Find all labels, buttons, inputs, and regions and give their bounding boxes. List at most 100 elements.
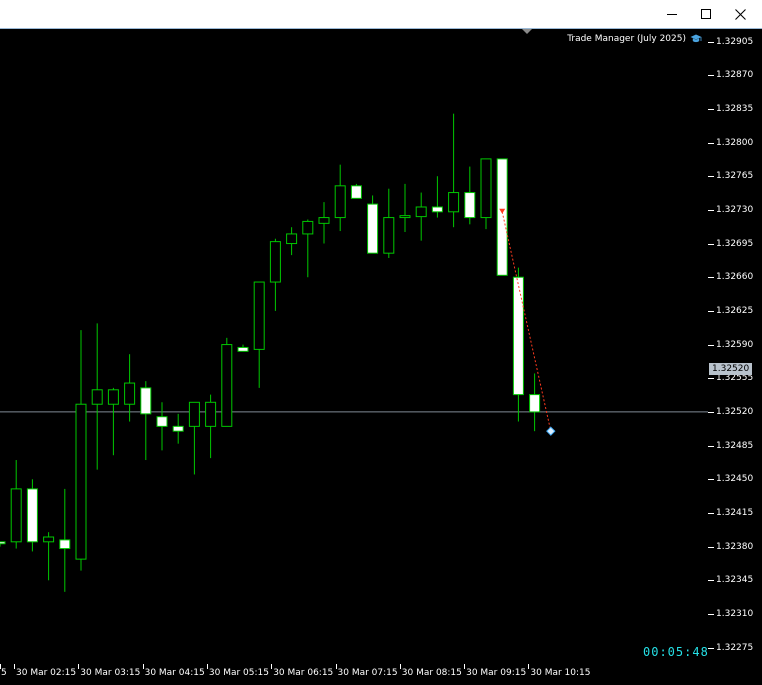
- price-tick-label: 1.32625: [716, 305, 754, 316]
- time-tick-label: 30 Mar 07:15: [337, 668, 398, 678]
- price-tick-label: 1.32415: [716, 507, 754, 518]
- candle-body[interactable]: [529, 394, 541, 413]
- graduation-cap-icon: [690, 34, 702, 43]
- indicator-name: Trade Manager (July 2025): [567, 34, 686, 44]
- time-tick: [14, 664, 15, 669]
- close-icon: [734, 8, 746, 20]
- candle-body[interactable]: [367, 203, 379, 254]
- price-tick: [708, 142, 714, 144]
- time-tick: [78, 664, 80, 669]
- price-tick: [708, 41, 714, 43]
- candle-body[interactable]: [480, 158, 492, 219]
- candle-body[interactable]: [205, 401, 217, 427]
- time-tick: [464, 664, 466, 669]
- time-tick-label: 30 Mar 02:15: [16, 668, 77, 678]
- price-tick: [708, 344, 714, 346]
- price-tick: [708, 613, 714, 615]
- candle-body[interactable]: [26, 488, 38, 543]
- minimize-button[interactable]: [655, 0, 689, 28]
- price-tick: [708, 378, 714, 380]
- trade-exit-marker-icon[interactable]: [546, 426, 556, 436]
- chart-area[interactable]: Trade Manager (July 2025) 00:05:48: [0, 29, 708, 664]
- price-tick: [708, 108, 714, 110]
- candle-body[interactable]: [140, 387, 152, 415]
- price-axis[interactable]: 1.32905 1.32870 1.32835 1.32800 1.32765 1.327…: [708, 29, 762, 664]
- candle-body[interactable]: [237, 346, 249, 352]
- price-tick: [708, 647, 714, 649]
- time-tick: [399, 664, 401, 669]
- candle-body[interactable]: [318, 217, 330, 224]
- price-tick: [708, 176, 714, 178]
- candle-body[interactable]: [91, 389, 103, 405]
- maximize-button[interactable]: [689, 0, 723, 28]
- price-tick-label: 1.32485: [716, 440, 754, 451]
- close-button[interactable]: [723, 0, 757, 28]
- chart-shift-marker[interactable]: [522, 29, 532, 34]
- price-tick: [708, 546, 714, 548]
- current-price-label: 1.32520: [709, 363, 752, 375]
- candle-body[interactable]: [512, 276, 524, 396]
- candle-body[interactable]: [156, 416, 168, 427]
- price-tick-label: 1.32380: [716, 541, 754, 552]
- candle-body[interactable]: [107, 389, 119, 405]
- price-tick: [708, 310, 714, 312]
- candle-body[interactable]: [221, 344, 233, 427]
- bar-countdown-timer: 00:05:48: [643, 645, 708, 659]
- indicator-label[interactable]: Trade Manager (July 2025): [567, 34, 702, 44]
- candle-body[interactable]: [496, 158, 508, 276]
- candle-body[interactable]: [124, 382, 136, 405]
- time-tick: [206, 664, 208, 669]
- candlestick-chart[interactable]: [0, 29, 708, 664]
- time-tick: [271, 664, 273, 669]
- price-tick: [708, 277, 714, 279]
- candle-body[interactable]: [43, 536, 55, 543]
- candle-body[interactable]: [302, 220, 314, 235]
- candle-body[interactable]: [415, 206, 427, 218]
- price-tick: [708, 209, 714, 211]
- time-tick-label: 30 Mar 06:15: [273, 668, 334, 678]
- candle-body[interactable]: [0, 541, 6, 545]
- candle-body[interactable]: [350, 185, 362, 199]
- price-tick: [708, 243, 714, 245]
- candle-body[interactable]: [383, 217, 395, 254]
- candle-body[interactable]: [59, 539, 71, 550]
- price-tick-label: 1.32520: [716, 406, 754, 417]
- time-axis[interactable]: 5 30 Mar 02:15 30 Mar 03:15 30 Mar 04:15 30 …: [0, 664, 762, 685]
- candle-body[interactable]: [172, 425, 184, 432]
- candle-body[interactable]: [464, 192, 476, 219]
- candle-body[interactable]: [431, 206, 443, 213]
- price-tick-label: 1.32905: [716, 36, 754, 47]
- candle-body[interactable]: [253, 281, 265, 350]
- price-tick: [708, 445, 714, 447]
- time-tick: [142, 664, 144, 669]
- time-tick-label: 5: [1, 668, 7, 678]
- time-tick-label: 30 Mar 08:15: [401, 668, 462, 678]
- candle-body[interactable]: [286, 233, 298, 245]
- minimize-icon: [667, 13, 677, 15]
- candle-body[interactable]: [188, 401, 200, 427]
- price-tick-label: 1.32275: [716, 642, 754, 653]
- maximize-icon: [701, 9, 711, 19]
- price-tick-label: 1.32450: [716, 474, 754, 485]
- time-tick: [335, 664, 337, 669]
- price-tick: [708, 479, 714, 481]
- candle-body[interactable]: [269, 241, 281, 283]
- price-tick-label: 1.32765: [716, 171, 754, 182]
- price-tick: [708, 411, 714, 413]
- trade-connector-line: [501, 211, 552, 432]
- candle-body[interactable]: [334, 185, 346, 219]
- price-tick-label: 1.32660: [716, 272, 754, 283]
- title-bar: [0, 0, 762, 29]
- price-tick-label: 1.32590: [716, 339, 754, 350]
- candle-body[interactable]: [10, 488, 22, 543]
- candle-body[interactable]: [399, 215, 411, 219]
- price-tick-label: 1.32695: [716, 238, 754, 249]
- time-tick-label: 30 Mar 10:15: [530, 668, 591, 678]
- price-tick-label: 1.32800: [716, 137, 754, 148]
- price-tick-label: 1.32730: [716, 204, 754, 215]
- candle-body[interactable]: [75, 403, 87, 560]
- time-tick-label: 30 Mar 09:15: [466, 668, 527, 678]
- candle-body[interactable]: [448, 192, 460, 213]
- price-tick: [708, 512, 714, 514]
- trading-window: Trade Manager (July 2025) 00:05:48 1.329…: [0, 0, 762, 685]
